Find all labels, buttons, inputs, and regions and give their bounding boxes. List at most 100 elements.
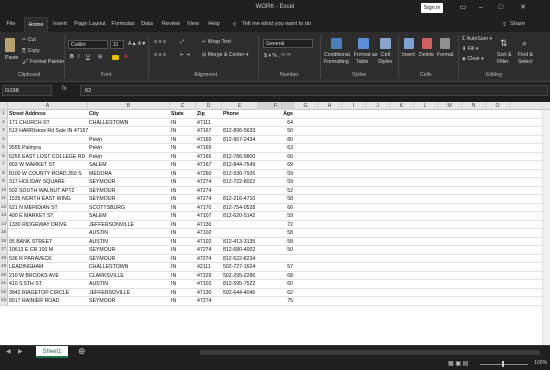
- cell[interactable]: IN: [170, 289, 196, 298]
- cell[interactable]: 812-754-0528: [222, 204, 258, 213]
- format-as-table-icon[interactable]: [358, 38, 369, 49]
- cell[interactable]: 47102: [196, 229, 222, 238]
- cell[interactable]: LEADINGHAM: [8, 263, 88, 272]
- cell[interactable]: SEYMOUR: [88, 297, 170, 306]
- cell[interactable]: [8, 229, 88, 238]
- cell-styles-button[interactable]: Cell: [381, 52, 390, 58]
- view-mode-icons[interactable]: ▦ ▣ ▤: [448, 360, 468, 367]
- tab-view[interactable]: View: [184, 17, 202, 32]
- cell[interactable]: AUSTIN: [88, 238, 170, 247]
- cell[interactable]: 64: [258, 119, 294, 128]
- fill-color-icon[interactable]: [112, 55, 119, 60]
- align-top-icons[interactable]: ≡ ≡ ≡: [154, 39, 166, 45]
- conditional-formatting-icon[interactable]: [331, 38, 342, 49]
- cell[interactable]: 66: [258, 204, 294, 213]
- cell[interactable]: AUSTIN: [88, 229, 170, 238]
- cell[interactable]: 47165: [196, 144, 222, 153]
- row-header[interactable]: 23: [0, 297, 7, 306]
- cell[interactable]: 47274: [196, 255, 222, 264]
- cell[interactable]: AUSTIN: [88, 280, 170, 289]
- cell[interactable]: 59: [258, 178, 294, 187]
- cell[interactable]: SALEM: [88, 161, 170, 170]
- tell-me-search[interactable]: Tell me what you want to do: [242, 17, 311, 32]
- cell[interactable]: [222, 297, 258, 306]
- row-header[interactable]: 7: [0, 161, 7, 170]
- row-header[interactable]: 13: [0, 212, 7, 221]
- cell[interactable]: IN: [170, 229, 196, 238]
- cell[interactable]: 317 HOLIDAY SQUARE: [8, 178, 88, 187]
- cell[interactable]: 47274: [196, 297, 222, 306]
- cell[interactable]: [222, 119, 258, 128]
- tab-review[interactable]: Review: [160, 17, 182, 32]
- sort-filter-button[interactable]: Sort &: [497, 52, 511, 58]
- cell[interactable]: 47274: [196, 246, 222, 255]
- cell[interactable]: 10613 E CR 100 M: [8, 246, 88, 255]
- cell[interactable]: Zip: [196, 110, 222, 119]
- cell[interactable]: Street Address: [8, 110, 88, 119]
- cell[interactable]: 210 W BROOKS AVE: [8, 272, 88, 281]
- cell[interactable]: 59: [258, 170, 294, 179]
- cell[interactable]: Pekin: [88, 144, 170, 153]
- column-header[interactable]: J: [366, 102, 390, 110]
- cell[interactable]: IN: [170, 127, 196, 136]
- cell[interactable]: 58: [258, 229, 294, 238]
- sheet-scroll-left-icon[interactable]: ◀: [6, 348, 11, 355]
- cell[interactable]: 47274: [196, 178, 222, 187]
- column-header[interactable]: F: [258, 102, 294, 110]
- cell[interactable]: 58: [258, 238, 294, 247]
- column-header[interactable]: A: [8, 102, 88, 110]
- horizontal-scrollbar[interactable]: [200, 350, 540, 355]
- tab-home[interactable]: Home: [24, 17, 48, 32]
- cell[interactable]: 171 CHURCH ST: [8, 119, 88, 128]
- cell[interactable]: 812-530-7926: [222, 170, 258, 179]
- cell[interactable]: 400 E MARKET ST: [8, 212, 88, 221]
- row-header[interactable]: 17: [0, 246, 7, 255]
- cell[interactable]: Pekin: [88, 136, 170, 145]
- row-header[interactable]: 15: [0, 229, 7, 238]
- column-header[interactable]: I: [342, 102, 366, 110]
- tab-file[interactable]: File: [2, 17, 20, 32]
- cell[interactable]: IN: [170, 238, 196, 247]
- cell[interactable]: 1535 NORTH EAST WING: [8, 195, 88, 204]
- cell[interactable]: 47130: [196, 221, 222, 230]
- cell[interactable]: IN: [170, 272, 196, 281]
- cell[interactable]: IN: [170, 204, 196, 213]
- row-header[interactable]: 12: [0, 204, 7, 212]
- cell[interactable]: 60: [258, 280, 294, 289]
- cell[interactable]: 812-680-4002: [222, 246, 258, 255]
- cell[interactable]: [222, 229, 258, 238]
- cell[interactable]: 812-413-3135: [222, 238, 258, 247]
- cell[interactable]: 68: [258, 272, 294, 281]
- cell[interactable]: 47129: [196, 272, 222, 281]
- delete-cells-button[interactable]: Delete: [419, 52, 434, 58]
- column-header[interactable]: E: [222, 102, 258, 110]
- cell[interactable]: 47260: [196, 170, 222, 179]
- cell[interactable]: 410 S 5TH ST: [8, 280, 88, 289]
- cell[interactable]: [222, 221, 258, 230]
- sheet-scroll-right-icon[interactable]: ▶: [18, 348, 23, 355]
- tab-insert[interactable]: Insert: [50, 17, 70, 32]
- cell[interactable]: 9555 Palmyra: [8, 144, 88, 153]
- insert-cells-button[interactable]: Insert: [402, 52, 415, 58]
- row-header[interactable]: 20: [0, 272, 7, 280]
- cell[interactable]: 812-722-8022: [222, 178, 258, 187]
- cell[interactable]: IN: [170, 297, 196, 306]
- select-all-corner[interactable]: [0, 102, 8, 110]
- cell[interactable]: JEFFERSOVILLE: [88, 289, 170, 298]
- find-select-button[interactable]: Find &: [518, 52, 533, 58]
- column-header[interactable]: C: [170, 102, 196, 110]
- cell[interactable]: IN: [170, 255, 196, 264]
- cell[interactable]: 812-786-9800: [222, 153, 258, 162]
- cell[interactable]: 50: [258, 127, 294, 136]
- maximize-icon[interactable]: □: [494, 3, 508, 13]
- format-as-table-button[interactable]: Format as: [354, 52, 377, 58]
- cell[interactable]: 621 N MERIDIAN ST: [8, 204, 88, 213]
- insert-cells-icon[interactable]: [404, 38, 414, 49]
- grow-shrink-font-icons[interactable]: A▲ A▼: [128, 41, 146, 47]
- font-name-dropdown[interactable]: Calibri: [68, 40, 108, 49]
- cell[interactable]: 812-620-5142: [222, 212, 258, 221]
- cell[interactable]: 803 W MARKET ST: [8, 161, 88, 170]
- cell[interactable]: 66: [258, 153, 294, 162]
- number-format-dropdown[interactable]: General: [263, 39, 313, 48]
- cell[interactable]: 47102: [196, 238, 222, 247]
